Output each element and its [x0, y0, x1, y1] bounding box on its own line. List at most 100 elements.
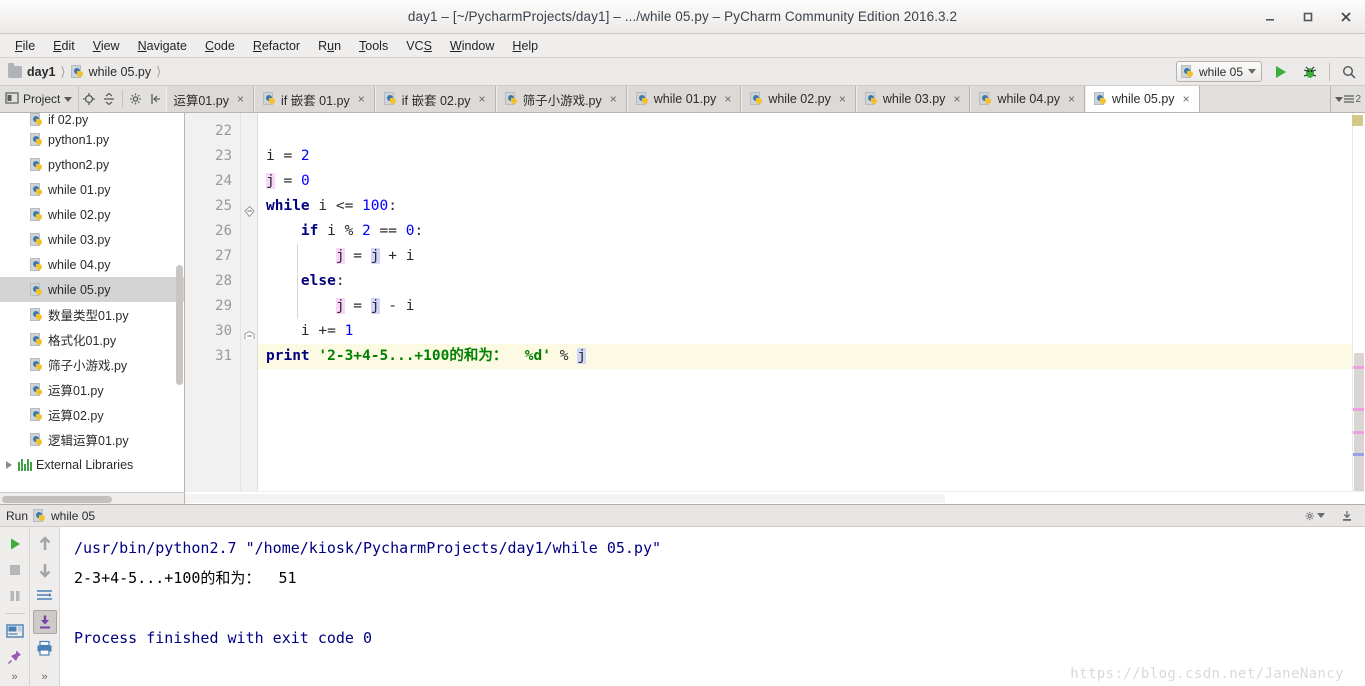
menu-run[interactable]: Run	[309, 37, 350, 55]
editor-tab[interactable]: if 嵌套 02.py ×	[374, 86, 496, 112]
code-line[interactable]: else:	[258, 269, 1352, 294]
collapse-all-icon[interactable]	[99, 86, 119, 112]
tab-overflow[interactable]: 2	[1330, 86, 1365, 112]
code-line[interactable]: while i <= 100:	[258, 194, 1352, 219]
code-line[interactable]: print '2-3+4-5...+100的和为： %d' % j	[258, 344, 1352, 369]
menu-code[interactable]: Code	[196, 37, 244, 55]
project-tool-button[interactable]: Project	[0, 86, 80, 112]
code-line[interactable]: j = j + i	[258, 244, 1352, 269]
fold-start-icon[interactable]	[244, 205, 255, 218]
editor-scrollbar-column[interactable]	[1352, 113, 1365, 491]
editor-tab[interactable]: while 02.py ×	[741, 86, 856, 112]
code-folding-column[interactable]	[241, 113, 258, 491]
toolbar-more-button[interactable]: »	[11, 671, 17, 683]
rerun-button[interactable]	[3, 532, 27, 556]
tree-node-file[interactable]: python1.py	[0, 127, 184, 152]
close-tab-icon[interactable]: ×	[839, 92, 846, 106]
tree-node-file[interactable]: python2.py	[0, 152, 184, 177]
menu-edit[interactable]: Edit	[44, 37, 84, 55]
tree-node-file[interactable]: 筛子小游戏.py	[0, 352, 184, 377]
minimize-icon[interactable]	[1261, 8, 1279, 26]
soft-wrap-button[interactable]	[33, 584, 57, 608]
menu-view[interactable]: View	[84, 37, 129, 55]
menu-file[interactable]: File	[6, 37, 44, 55]
editor-tab[interactable]: 运算01.py ×	[166, 86, 254, 112]
code-line[interactable]: i += 1	[258, 319, 1352, 344]
console-line: Process finished with exit code 0	[74, 629, 373, 647]
close-icon[interactable]	[1337, 8, 1355, 26]
locate-file-icon[interactable]	[79, 86, 99, 112]
editor-tab[interactable]: if 嵌套 01.py ×	[253, 86, 375, 112]
code-line[interactable]: if i % 2 == 0:	[258, 219, 1352, 244]
project-tree-vertical-scrollbar[interactable]	[176, 265, 183, 385]
close-tab-icon[interactable]: ×	[610, 92, 617, 106]
editor-horizontal-scrollbar[interactable]	[185, 491, 1365, 504]
hide-button[interactable]	[1337, 506, 1357, 526]
settings-gear-icon[interactable]	[126, 86, 146, 112]
run-console-output[interactable]: /usr/bin/python2.7 "/home/kiosk/PycharmP…	[60, 527, 1352, 686]
menu-vcs[interactable]: VCS	[397, 37, 441, 55]
fold-end-icon[interactable]	[244, 330, 255, 341]
close-tab-icon[interactable]: ×	[358, 92, 365, 106]
print-button[interactable]	[33, 636, 57, 660]
code-editor[interactable]: 22 23 24 25 26 27 28 29 30 31 i = 2j = 0 while i <…	[185, 113, 1365, 491]
breadcrumb-project[interactable]: day1	[8, 62, 56, 79]
toolbar-more-button-2[interactable]: »	[41, 671, 47, 683]
settings-gear-icon[interactable]	[1305, 506, 1325, 526]
breadcrumb-file[interactable]: while 05.py	[70, 64, 151, 79]
editor-tab[interactable]: while 05.py ×	[1085, 86, 1200, 112]
close-tab-icon[interactable]: ×	[953, 92, 960, 106]
close-tab-icon[interactable]: ×	[479, 92, 486, 106]
editor-stripe-marker	[1353, 366, 1364, 369]
console-button[interactable]	[3, 619, 27, 643]
tree-node-file[interactable]: while 03.py	[0, 227, 184, 252]
editor-tab[interactable]: 筛子小游戏.py ×	[495, 86, 627, 112]
scroll-up-button[interactable]	[33, 532, 57, 556]
python-file-icon	[504, 92, 518, 106]
menu-navigate[interactable]: Navigate	[129, 37, 196, 55]
project-tree-horizontal-scrollbar[interactable]	[0, 492, 184, 504]
console-scrollbar[interactable]	[1352, 527, 1365, 686]
scroll-to-end-button[interactable]	[32, 610, 57, 634]
tree-node-file[interactable]: if 02.py	[0, 113, 184, 127]
tree-node-file[interactable]: while 05.py	[0, 277, 184, 302]
debug-button[interactable]	[1300, 62, 1320, 82]
menu-window[interactable]: Window	[441, 37, 503, 55]
editor-vertical-scrollbar[interactable]	[1354, 353, 1364, 491]
tree-node-file[interactable]: 运算02.py	[0, 402, 184, 427]
code-line[interactable]: j = j - i	[258, 294, 1352, 319]
menu-help[interactable]: Help	[503, 37, 547, 55]
code-line[interactable]	[258, 119, 1352, 144]
hide-panel-icon[interactable]	[146, 86, 166, 112]
editor-tab[interactable]: while 01.py ×	[626, 86, 742, 112]
editor-tab[interactable]: while 04.py ×	[970, 86, 1086, 112]
menu-refactor[interactable]: Refactor	[244, 37, 309, 55]
tree-node-file[interactable]: while 01.py	[0, 177, 184, 202]
scroll-down-button[interactable]	[33, 558, 57, 582]
tree-node-file[interactable]: 数量类型01.py	[0, 302, 184, 327]
toolbar-divider	[1329, 62, 1330, 81]
editor-tab[interactable]: while 03.py ×	[855, 86, 971, 112]
pause-button[interactable]	[3, 584, 27, 608]
code-text-area[interactable]: i = 2j = 0 while i <= 100: if i % 2 == 0:…	[258, 113, 1352, 491]
pin-tab-button[interactable]	[3, 645, 27, 669]
chevron-right-icon[interactable]	[6, 460, 12, 469]
code-line[interactable]: i = 2	[258, 144, 1352, 169]
tree-node-file[interactable]: while 02.py	[0, 202, 184, 227]
tree-node-file[interactable]: 运算01.py	[0, 377, 184, 402]
tree-node-external-libraries[interactable]: External Libraries	[0, 452, 184, 477]
close-tab-icon[interactable]: ×	[1068, 92, 1075, 106]
close-tab-icon[interactable]: ×	[1183, 92, 1190, 106]
tree-node-file[interactable]: 逻辑运算01.py	[0, 427, 184, 452]
stop-button[interactable]	[3, 558, 27, 582]
tree-node-file[interactable]: while 04.py	[0, 252, 184, 277]
search-icon[interactable]	[1339, 62, 1359, 82]
code-line[interactable]: j = 0	[258, 169, 1352, 194]
tree-node-file[interactable]: 格式化01.py	[0, 327, 184, 352]
close-tab-icon[interactable]: ×	[237, 92, 244, 106]
menu-tools[interactable]: Tools	[350, 37, 397, 55]
close-tab-icon[interactable]: ×	[724, 92, 731, 106]
maximize-icon[interactable]	[1299, 8, 1317, 26]
run-button[interactable]	[1271, 62, 1291, 82]
run-configuration-selector[interactable]: while 05	[1175, 61, 1262, 82]
